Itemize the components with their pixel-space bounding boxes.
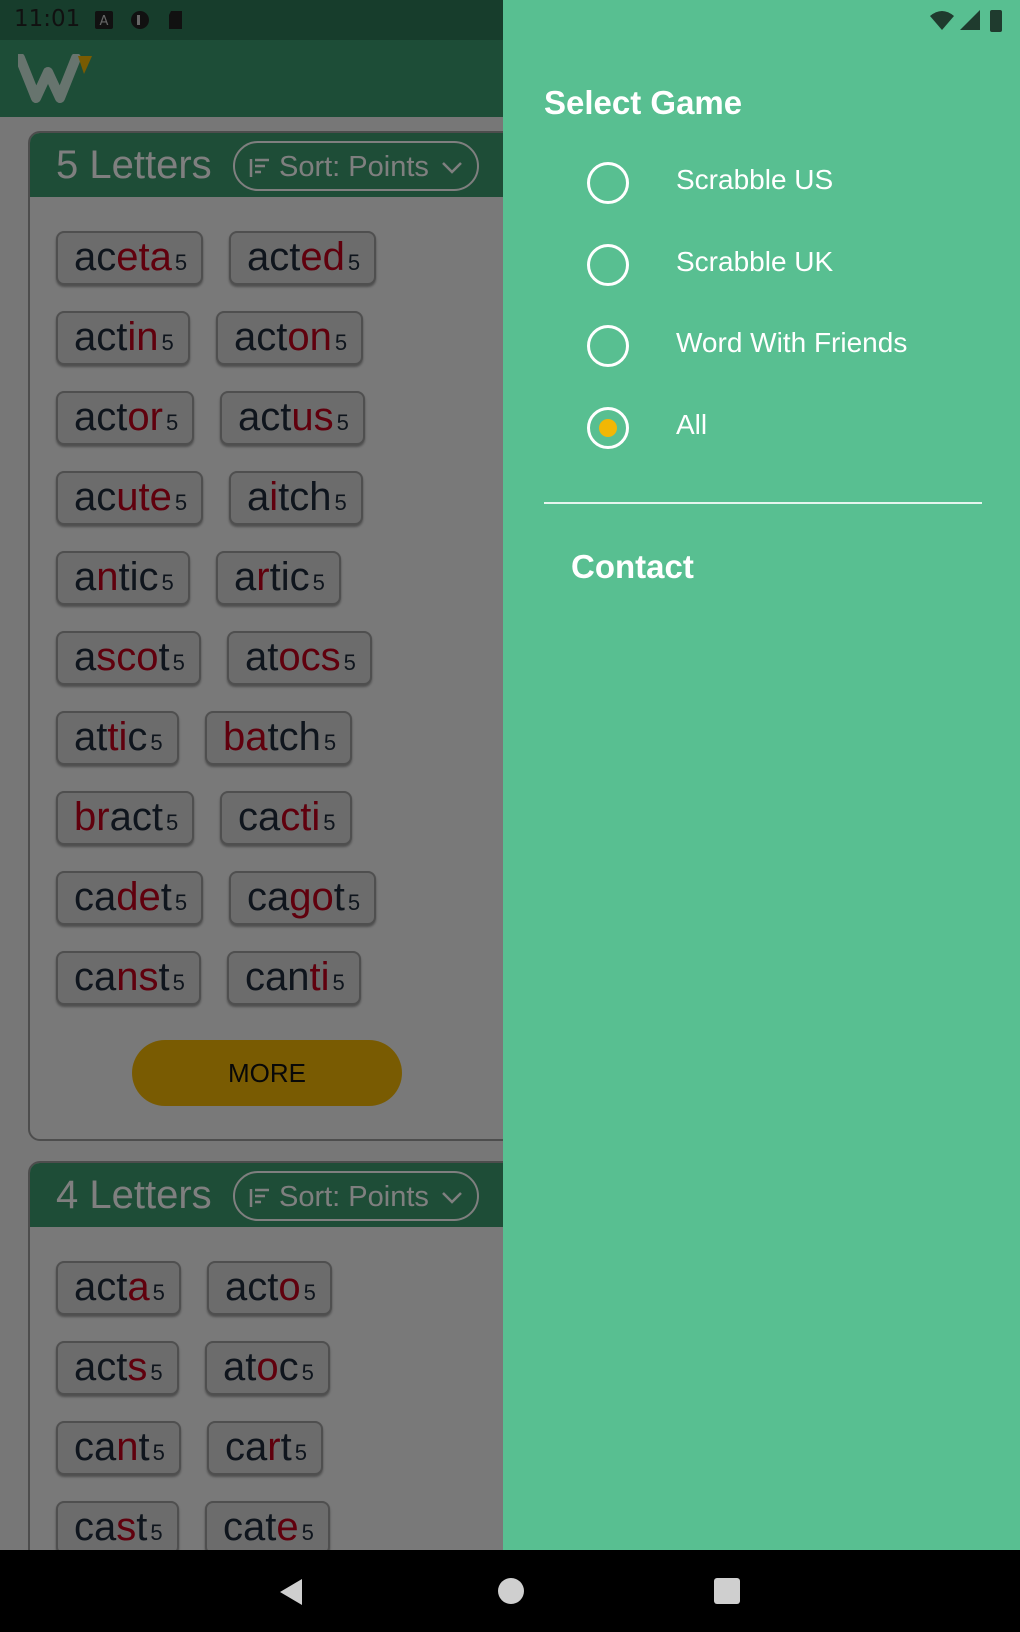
back-icon[interactable] <box>278 1578 304 1606</box>
option-label: Scrabble US <box>676 164 834 195</box>
drawer-divider <box>544 502 982 504</box>
contact-link[interactable]: Contact <box>571 548 694 586</box>
status-icons <box>930 10 1002 32</box>
radio-button[interactable] <box>587 244 629 286</box>
option-label: All <box>676 409 708 440</box>
navigation-drawer: Select Game Scrabble US Scrabble UK Word… <box>503 0 1020 1550</box>
system-nav-bar <box>0 1550 1020 1632</box>
home-icon[interactable] <box>498 1578 524 1604</box>
radio-button-selected[interactable] <box>587 407 629 449</box>
recent-apps-icon[interactable] <box>714 1578 740 1604</box>
radio-button[interactable] <box>587 162 629 204</box>
option-label: Scrabble UK <box>676 246 834 277</box>
select-game-title: Select Game <box>544 84 743 121</box>
game-option-scrabble-us[interactable]: Scrabble US <box>587 156 1007 216</box>
radio-selected-dot <box>599 419 617 437</box>
radio-button[interactable] <box>587 325 629 367</box>
game-option-all[interactable]: All <box>587 401 1007 461</box>
game-option-scrabble-uk[interactable]: Scrabble UK <box>587 238 1007 298</box>
game-option-word-with-friends[interactable]: Word With Friends <box>587 319 1007 379</box>
option-label: Word With Friends <box>676 327 908 358</box>
